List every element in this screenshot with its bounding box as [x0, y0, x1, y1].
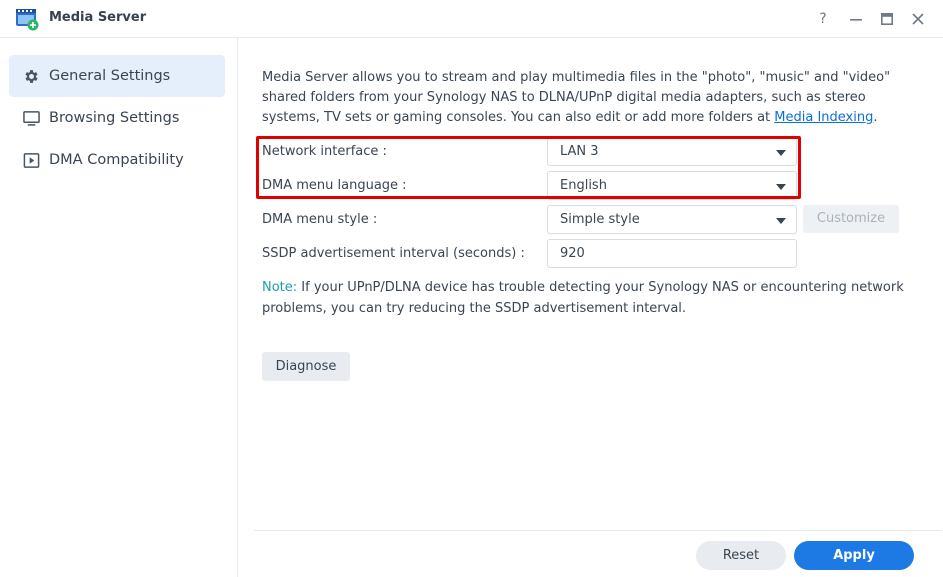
chevron-down-icon	[776, 150, 786, 156]
main-content: Media Server allows you to stream and pl…	[238, 38, 943, 577]
footer-divider	[254, 530, 942, 531]
sidebar: General Settings Browsing Settings DMA C…	[0, 38, 238, 577]
reset-button[interactable]: Reset	[696, 541, 786, 570]
minimize-icon	[850, 19, 862, 21]
network-interface-select[interactable]: LAN 3	[547, 137, 797, 166]
description-text: Media Server allows you to stream and pl…	[262, 70, 891, 125]
network-interface-label: Network interface :	[262, 144, 387, 159]
sidebar-item-dma-compatibility[interactable]: DMA Compatibility	[9, 139, 225, 181]
customize-button[interactable]: Customize	[803, 205, 899, 233]
dma-menu-style-label: DMA menu style :	[262, 212, 378, 227]
close-icon	[912, 13, 924, 25]
help-button[interactable]: ?	[812, 8, 834, 30]
chevron-down-icon	[776, 218, 786, 224]
play-box-icon	[22, 151, 40, 169]
sidebar-item-label: Browsing Settings	[49, 110, 180, 126]
minimize-button[interactable]	[845, 8, 867, 30]
dma-menu-language-label: DMA menu language :	[262, 178, 407, 193]
sidebar-item-label: General Settings	[49, 68, 171, 84]
apply-button[interactable]: Apply	[794, 541, 914, 570]
media-server-app-icon	[15, 7, 39, 31]
title-bar: Media Server ?	[0, 0, 943, 38]
gear-icon	[22, 67, 40, 85]
sidebar-item-label: DMA Compatibility	[49, 152, 184, 168]
note-label: Note:	[262, 280, 298, 295]
maximize-button[interactable]	[876, 8, 898, 30]
close-button[interactable]	[907, 8, 929, 30]
media-indexing-link[interactable]: Media Indexing	[774, 110, 873, 125]
dma-menu-style-value: Simple style	[560, 212, 640, 227]
ssdp-interval-label: SSDP advertisement interval (seconds) :	[262, 246, 525, 261]
note-text: Note: If your UPnP/DLNA device has troub…	[262, 280, 904, 316]
diagnose-button[interactable]: Diagnose	[262, 352, 350, 381]
monitor-icon	[22, 109, 40, 127]
sidebar-item-browsing-settings[interactable]: Browsing Settings	[9, 97, 225, 139]
sidebar-item-general-settings[interactable]: General Settings	[9, 55, 225, 97]
window-title: Media Server	[49, 10, 147, 25]
dma-menu-language-value: English	[560, 178, 607, 193]
dma-menu-language-select[interactable]: English	[547, 171, 797, 200]
ssdp-interval-input[interactable]	[547, 239, 797, 268]
maximize-icon	[881, 13, 893, 25]
network-interface-value: LAN 3	[560, 144, 599, 159]
chevron-down-icon	[776, 184, 786, 190]
dma-menu-style-select[interactable]: Simple style	[547, 205, 797, 234]
